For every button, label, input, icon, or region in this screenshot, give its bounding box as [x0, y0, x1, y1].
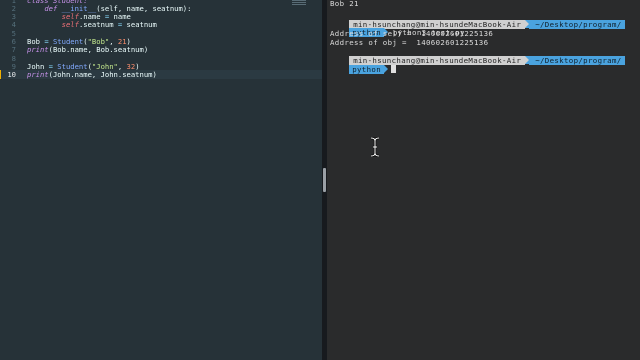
line-number: 4 — [11, 20, 16, 29]
code-token: seatnum — [122, 20, 157, 29]
code-text[interactable]: self.seatnum = seatnum — [27, 20, 157, 29]
code-line[interactable]: 4 self.seatnum = seatnum — [0, 20, 322, 29]
terminal-output-line: Address of obj = 140602601225136 — [330, 38, 489, 47]
code-token: .seatnum — [78, 20, 118, 29]
code-token: self — [61, 20, 79, 29]
terminal-input-line[interactable]: python — [330, 56, 397, 74]
code-editor[interactable]: 1 class Student: 2 def __init__(self, name… — [0, 0, 322, 360]
terminal-pane[interactable]: Bob 21 min-hsunchang@min-hsundeMacBook-A… — [327, 0, 640, 360]
code-line[interactable]: 10 print(John.name, John.seatnum) — [0, 70, 322, 79]
code-token: print — [27, 45, 49, 54]
terminal-cursor — [391, 65, 397, 73]
code-line[interactable]: 7 print(Bob.name, Bob.seatnum) — [0, 45, 322, 54]
prompt-path-segment: ~/Desktop/program/ — [529, 56, 625, 65]
powerline-arrow-icon — [384, 65, 389, 73]
pane-resize-handle[interactable] — [323, 168, 326, 192]
prompt-path-segment: ~/Desktop/program/ — [529, 20, 625, 29]
code-text[interactable]: print(Bob.name, Bob.seatnum) — [27, 45, 148, 54]
terminal-output-line: Address of self = 140602601225136 — [330, 29, 494, 38]
code-text[interactable]: print(John.name, John.seatnum) — [27, 70, 157, 79]
minimap-indicator[interactable] — [292, 0, 306, 6]
terminal-prompt-path-line: min-hsunchang@min-hsundeMacBook-Air ~/Des… — [330, 47, 625, 65]
line-number: 7 — [11, 45, 16, 54]
terminal-command-line: python python3 test.py — [330, 19, 465, 37]
prompt-env-segment: python — [349, 65, 385, 74]
text-cursor-ibeam-icon — [370, 137, 380, 157]
code-token: (John.name, John.seatnum) — [48, 70, 157, 79]
terminal-output-line: Bob 21 — [330, 0, 359, 8]
code-token: print — [27, 70, 49, 79]
line-number: 10 — [0, 70, 16, 79]
code-token: (Bob.name, Bob.seatnum) — [48, 45, 149, 54]
